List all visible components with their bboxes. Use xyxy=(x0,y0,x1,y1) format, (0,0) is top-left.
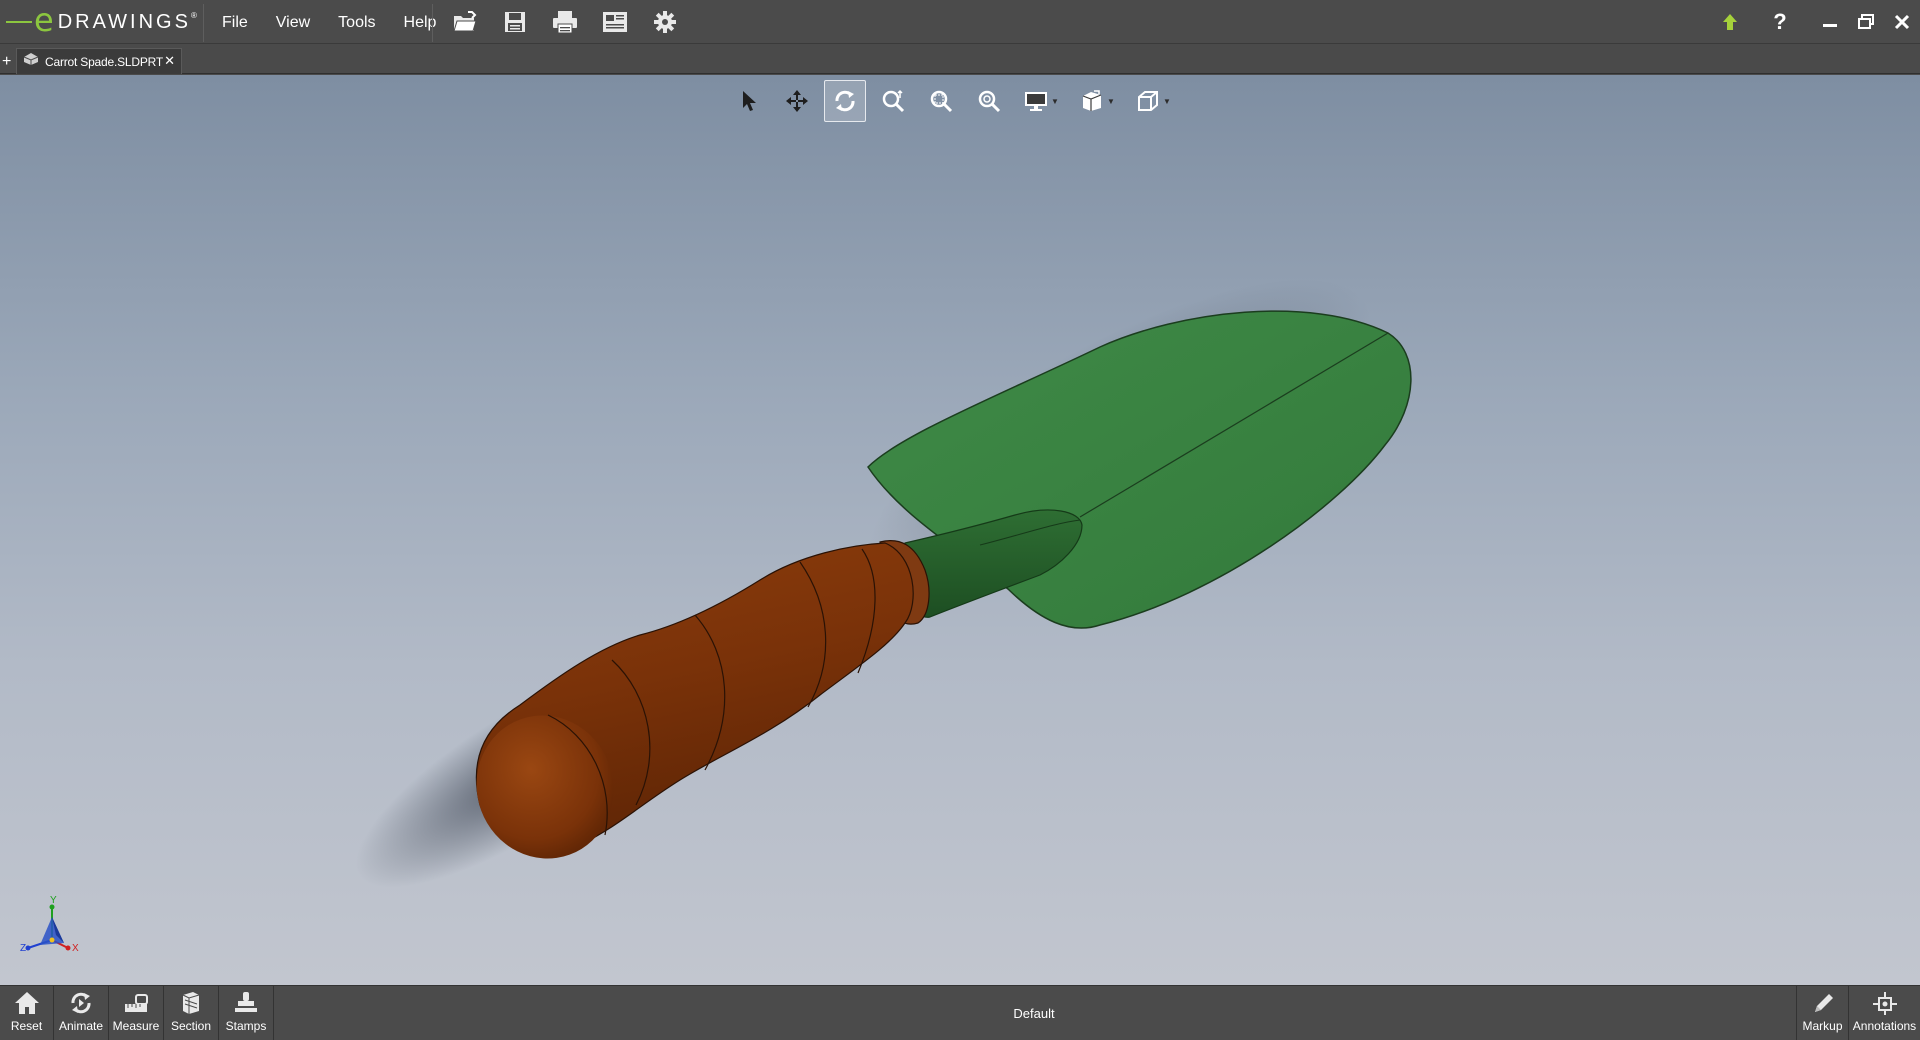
3d-viewport[interactable]: ▼ ▼ ▼ Y X Z xyxy=(0,75,1920,985)
measure-icon xyxy=(125,994,148,1012)
x-axis-label: X xyxy=(72,943,79,954)
y-axis-label: Y xyxy=(50,895,57,906)
close-window-icon[interactable] xyxy=(1884,4,1920,40)
part-icon xyxy=(23,52,39,71)
logo-letter: e xyxy=(34,1,54,39)
annotations-icon xyxy=(1872,992,1897,1015)
help-icon[interactable]: ? xyxy=(1762,4,1798,40)
bottom-tools-left: Reset Animate Measure Section Stamps xyxy=(0,986,274,1040)
publish-icon[interactable] xyxy=(590,0,640,44)
menu-file[interactable]: File xyxy=(208,0,262,44)
quick-toolbar xyxy=(440,0,690,44)
edrawings-logo: e DRAWINGS® xyxy=(6,1,200,39)
save-icon[interactable] xyxy=(490,0,540,44)
z-axis-label: Z xyxy=(20,943,26,954)
update-arrow-icon[interactable] xyxy=(1712,4,1748,40)
tab-close-icon[interactable]: ✕ xyxy=(164,53,175,69)
markup-pencil-icon xyxy=(1814,994,1833,1012)
section-icon xyxy=(182,992,200,1014)
axis-triad: Y X Z xyxy=(20,895,79,954)
stamps-icon xyxy=(235,992,257,1012)
divider xyxy=(203,4,204,42)
configuration-name: Default xyxy=(1013,1006,1055,1021)
window-controls: ? xyxy=(1712,0,1920,44)
section-button[interactable]: Section xyxy=(164,986,219,1040)
title-bar: e DRAWINGS® File View Tools Help ? xyxy=(0,0,1920,44)
annotations-button[interactable]: Annotations xyxy=(1848,986,1920,1040)
model-carrot-spade[interactable] xyxy=(0,75,1920,985)
menu-view[interactable]: View xyxy=(262,0,324,44)
home-icon xyxy=(14,992,39,1014)
menu-tools[interactable]: Tools xyxy=(324,0,389,44)
minimize-icon[interactable] xyxy=(1812,4,1848,40)
measure-button[interactable]: Measure xyxy=(109,986,164,1040)
logo-word: DRAWINGS® xyxy=(57,10,200,33)
animate-button[interactable]: Animate xyxy=(54,986,109,1040)
open-icon[interactable] xyxy=(440,0,490,44)
new-tab-button[interactable]: + xyxy=(2,54,14,70)
tab-carrot-spade[interactable]: Carrot Spade.SLDPRT ✕ xyxy=(16,48,182,74)
tab-label: Carrot Spade.SLDPRT xyxy=(45,54,164,69)
restore-icon[interactable] xyxy=(1848,4,1884,40)
reset-button[interactable]: Reset xyxy=(0,986,54,1040)
markup-button[interactable]: Markup xyxy=(1796,986,1848,1040)
bottom-toolbar: Reset Animate Measure Section Stamps Def… xyxy=(0,985,1920,1040)
animate-icon xyxy=(71,992,91,1014)
bottom-tools-right: Markup Annotations xyxy=(1796,986,1920,1040)
document-tab-bar: + Carrot Spade.SLDPRT ✕ xyxy=(0,45,1920,74)
settings-icon[interactable] xyxy=(640,0,690,44)
stamps-button[interactable]: Stamps xyxy=(219,986,274,1040)
print-icon[interactable] xyxy=(540,0,590,44)
divider xyxy=(432,4,433,42)
menu-bar: File View Tools Help xyxy=(208,0,450,44)
